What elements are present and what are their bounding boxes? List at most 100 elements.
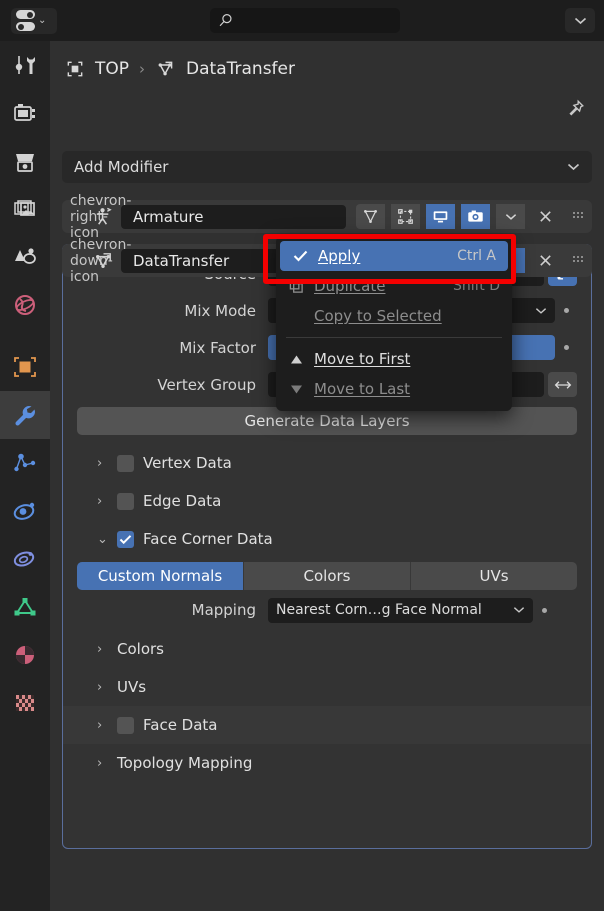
sidebar-item-object-data[interactable] xyxy=(0,583,50,631)
blender-properties-editor: ⌄ TOP › DataTransfer Add Modifier chevro… xyxy=(0,0,604,911)
constraints-clamp-icon xyxy=(13,551,35,567)
mapping-label: Mapping xyxy=(191,601,256,619)
section-uvs[interactable]: › UVs xyxy=(63,668,591,706)
tab-uvs[interactable]: UVs xyxy=(411,562,577,590)
sidebar-item-world[interactable] xyxy=(0,281,50,329)
sidebar-item-output[interactable] xyxy=(0,137,50,185)
chevron-right-icon: › xyxy=(97,755,103,771)
section-face-corner-data[interactable]: ⌄ Face Corner Data xyxy=(63,520,591,558)
section-label: Topology Mapping xyxy=(117,754,253,772)
sidebar-item-constraints[interactable] xyxy=(0,535,50,583)
section-label: Face Corner Data xyxy=(143,530,273,548)
close-x-icon xyxy=(540,211,551,222)
chevron-down-icon xyxy=(505,213,516,220)
texture-checker-icon xyxy=(16,695,34,711)
generate-data-layers-button[interactable]: Generate Data Layers xyxy=(77,407,577,435)
mix-factor-label: Mix Factor xyxy=(179,338,256,357)
view-layer-images-icon xyxy=(14,200,35,216)
sidebar-item-texture[interactable] xyxy=(0,679,50,727)
chevron-right-icon: › xyxy=(97,493,103,509)
rail-gap xyxy=(0,329,50,343)
face-corner-data-checkbox[interactable] xyxy=(117,530,134,548)
menu-separator xyxy=(286,337,502,338)
close-x-icon xyxy=(540,255,551,266)
breadcrumb-object-label[interactable]: TOP xyxy=(95,59,129,79)
section-label: Face Data xyxy=(143,716,218,734)
modifier-header[interactable]: chevron-right-icon Armature xyxy=(62,193,592,241)
modifier-name-field[interactable]: Armature xyxy=(121,204,346,229)
sidebar-item-render[interactable] xyxy=(0,89,50,137)
vertex-data-checkbox[interactable] xyxy=(117,454,134,472)
animate-dot[interactable] xyxy=(555,345,577,350)
world-globe-icon xyxy=(15,295,35,315)
chevron-down-icon: ⌄ xyxy=(38,14,47,26)
chevron-down-icon xyxy=(535,307,547,314)
render-toggle[interactable] xyxy=(461,204,490,229)
section-edge-data[interactable]: › Edge Data xyxy=(63,482,591,520)
menu-item-move-to-last: Move to Last xyxy=(276,374,512,404)
edge-data-checkbox[interactable] xyxy=(117,492,134,510)
drag-handle-dots-icon[interactable] xyxy=(566,211,592,222)
animate-dot[interactable] xyxy=(555,308,577,313)
toggle-lower xyxy=(16,22,35,31)
face-corner-data-tabs: Custom Normals Colors UVs xyxy=(77,562,577,590)
menu-item-move-to-first[interactable]: Move to First xyxy=(276,344,512,374)
search-icon xyxy=(219,13,232,27)
section-topology-mapping[interactable]: › Topology Mapping xyxy=(63,744,591,782)
datatransfer-modifier-icon xyxy=(96,253,111,268)
generate-data-layers-label: Generate Data Layers xyxy=(244,412,410,430)
section-label: UVs xyxy=(117,678,147,696)
tab-colors[interactable]: Colors xyxy=(244,562,411,590)
drag-handle-dots-icon[interactable] xyxy=(566,255,592,266)
modifier-dropdown-button[interactable] xyxy=(496,204,525,229)
sidebar-item-material[interactable] xyxy=(0,631,50,679)
tab-custom-normals[interactable]: Custom Normals xyxy=(77,562,244,590)
face-data-checkbox[interactable] xyxy=(117,716,134,734)
chevron-right-icon: › xyxy=(97,717,103,733)
menu-item-apply[interactable]: Apply Ctrl A xyxy=(280,241,508,271)
wrench-icon xyxy=(15,406,35,426)
sidebar-item-tool[interactable] xyxy=(0,41,50,89)
datatransfer-modifier-icon xyxy=(158,61,173,76)
on-cage-toggle[interactable] xyxy=(391,204,420,229)
menu-item-shortcut: Ctrl A xyxy=(457,248,496,264)
add-modifier-button[interactable]: Add Modifier xyxy=(62,151,592,183)
scene-cone-sphere-icon xyxy=(15,248,36,264)
chevron-right-icon: › xyxy=(97,641,103,657)
breadcrumb: TOP › DataTransfer xyxy=(50,41,604,96)
edit-mode-toggle[interactable] xyxy=(356,204,385,229)
modifier-close-button[interactable] xyxy=(531,204,560,229)
expand-chevron-right-icon[interactable]: chevron-right-icon xyxy=(70,193,131,241)
topbar-options-button[interactable] xyxy=(565,8,595,33)
sidebar-item-modifiers[interactable] xyxy=(0,391,50,439)
properties-panel: TOP › DataTransfer Add Modifier chevron-… xyxy=(50,41,604,911)
section-colors[interactable]: › Colors xyxy=(63,630,591,668)
mapping-value: Nearest Corn…g Face Normal xyxy=(276,602,482,618)
search-input[interactable] xyxy=(210,8,400,33)
sidebar-item-object[interactable] xyxy=(0,343,50,391)
toggle-upper xyxy=(16,10,35,19)
breadcrumb-modifier-label[interactable]: DataTransfer xyxy=(186,59,295,79)
realtime-toggle[interactable] xyxy=(426,204,455,229)
sidebar-item-particles[interactable] xyxy=(0,439,50,487)
sidebar-item-view-layer[interactable] xyxy=(0,185,50,233)
editor-type-toggles-icon[interactable]: ⌄ xyxy=(11,7,57,34)
display-monitor-icon xyxy=(433,211,448,223)
object-brackets-icon xyxy=(67,61,83,76)
animate-dot[interactable] xyxy=(533,607,555,613)
section-face-data[interactable]: › Face Data xyxy=(63,706,591,744)
object-data-triangle-icon xyxy=(14,598,36,616)
pin-icon[interactable] xyxy=(564,98,586,124)
tool-screwdriver-wrench-icon xyxy=(15,56,35,74)
chevron-down-icon xyxy=(574,17,586,24)
expand-chevron-down-icon[interactable]: chevron-down-icon xyxy=(70,237,131,285)
section-vertex-data[interactable]: › Vertex Data xyxy=(63,444,591,482)
mapping-dropdown[interactable]: Nearest Corn…g Face Normal xyxy=(268,597,533,623)
sidebar-item-scene[interactable] xyxy=(0,233,50,281)
menu-item-label: Duplicate xyxy=(314,277,386,295)
modifier-close-button[interactable] xyxy=(531,248,560,273)
properties-tab-rail xyxy=(0,41,50,911)
invert-arrows-icon[interactable] xyxy=(548,372,577,397)
sidebar-item-physics[interactable] xyxy=(0,487,50,535)
